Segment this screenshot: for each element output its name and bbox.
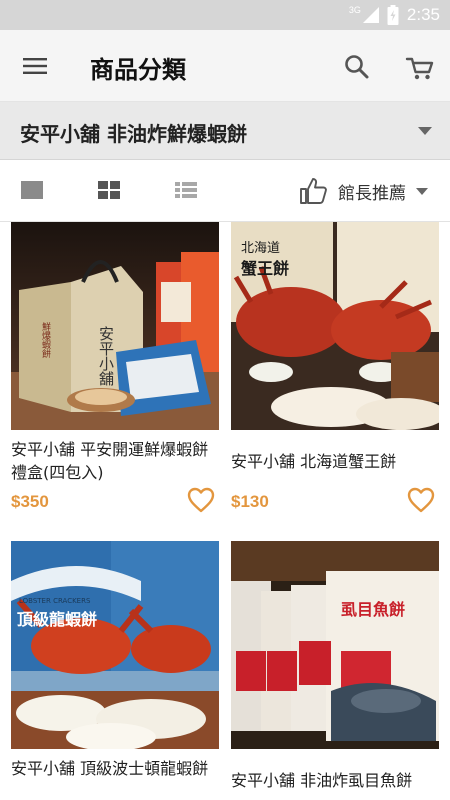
product-price: $350 xyxy=(11,492,49,511)
list-view-icon xyxy=(175,182,197,198)
menu-button[interactable] xyxy=(20,52,52,80)
product-name[interactable]: 安平小舖 北海道蟹王餅 xyxy=(231,450,439,473)
product-image-text: 鮮爆蝦餅 xyxy=(40,321,51,359)
shopping-cart-icon xyxy=(405,57,434,80)
product-card[interactable]: 安平小舖 鮮爆蝦餅 安平小舖 平安開運鮮爆蝦餅禮盒(四包入) $350 xyxy=(11,222,221,513)
product-image-text: LOBSTER CRACKERS xyxy=(19,597,91,605)
heart-icon xyxy=(407,487,435,513)
sort-dropdown[interactable]: 館長推薦 xyxy=(298,174,428,208)
page-title: 商品分類 xyxy=(90,56,186,84)
sort-caret-icon xyxy=(416,187,428,195)
product-image[interactable]: 頂級龍蝦餅 LOBSTER CRACKERS xyxy=(11,541,219,749)
list-view-button[interactable] xyxy=(174,180,198,200)
grid-view-button[interactable] xyxy=(97,180,121,200)
single-view-button[interactable] xyxy=(20,180,44,200)
product-card[interactable]: 頂級龍蝦餅 LOBSTER CRACKERS 安平小舖 頂級波士頓龍蝦餅 xyxy=(11,541,221,778)
product-name[interactable]: 安平小舖 頂級波士頓龍蝦餅 xyxy=(11,757,219,780)
product-name[interactable]: 安平小舖 平安開運鮮爆蝦餅禮盒(四包入) xyxy=(11,438,219,484)
sort-label: 館長推薦 xyxy=(338,183,406,204)
product-image[interactable]: 虱目魚餅 xyxy=(231,541,439,749)
favorite-button[interactable] xyxy=(187,487,215,513)
grid-view-icon xyxy=(98,181,120,199)
dropdown-caret-icon xyxy=(418,127,432,135)
battery-icon xyxy=(387,5,399,25)
app-bar: 商品分類 xyxy=(0,30,450,102)
product-image-text: 北海道 xyxy=(241,241,280,256)
hamburger-menu-icon xyxy=(23,58,47,74)
product-image[interactable]: 北海道 蟹王餅 xyxy=(231,222,439,430)
cart-button[interactable] xyxy=(404,52,436,82)
product-image-text: 安平小舖 xyxy=(97,326,115,386)
thumbs-up-icon xyxy=(300,178,327,204)
single-view-icon xyxy=(21,181,43,199)
search-button[interactable] xyxy=(342,52,372,82)
search-icon xyxy=(345,55,369,79)
product-image-text: 蟹王餅 xyxy=(240,259,289,278)
signal-icon xyxy=(362,7,379,23)
category-dropdown[interactable]: 安平小舖 非油炸鮮爆蝦餅 xyxy=(0,102,450,160)
category-dropdown-value: 安平小舖 非油炸鮮爆蝦餅 xyxy=(20,122,247,146)
product-image-text: 頂級龍蝦餅 xyxy=(17,610,97,629)
product-price: $130 xyxy=(231,492,269,511)
status-time: 2:35 xyxy=(406,5,440,24)
network-type-label: 3G xyxy=(348,5,361,15)
favorite-button[interactable] xyxy=(407,487,435,513)
product-card[interactable]: 虱目魚餅 安平小舖 非油炸虱目魚餅 xyxy=(231,541,441,790)
status-bar: 3G 2:35 xyxy=(0,0,450,30)
product-card[interactable]: 北海道 蟹王餅 安平小舖 北海道蟹王餅 $130 xyxy=(231,222,441,513)
heart-icon xyxy=(187,487,215,513)
view-toolbar: 館長推薦 xyxy=(0,160,450,222)
product-image-text: 虱目魚餅 xyxy=(341,600,405,619)
product-image[interactable]: 安平小舖 鮮爆蝦餅 xyxy=(11,222,219,430)
product-name[interactable]: 安平小舖 非油炸虱目魚餅 xyxy=(231,769,439,792)
